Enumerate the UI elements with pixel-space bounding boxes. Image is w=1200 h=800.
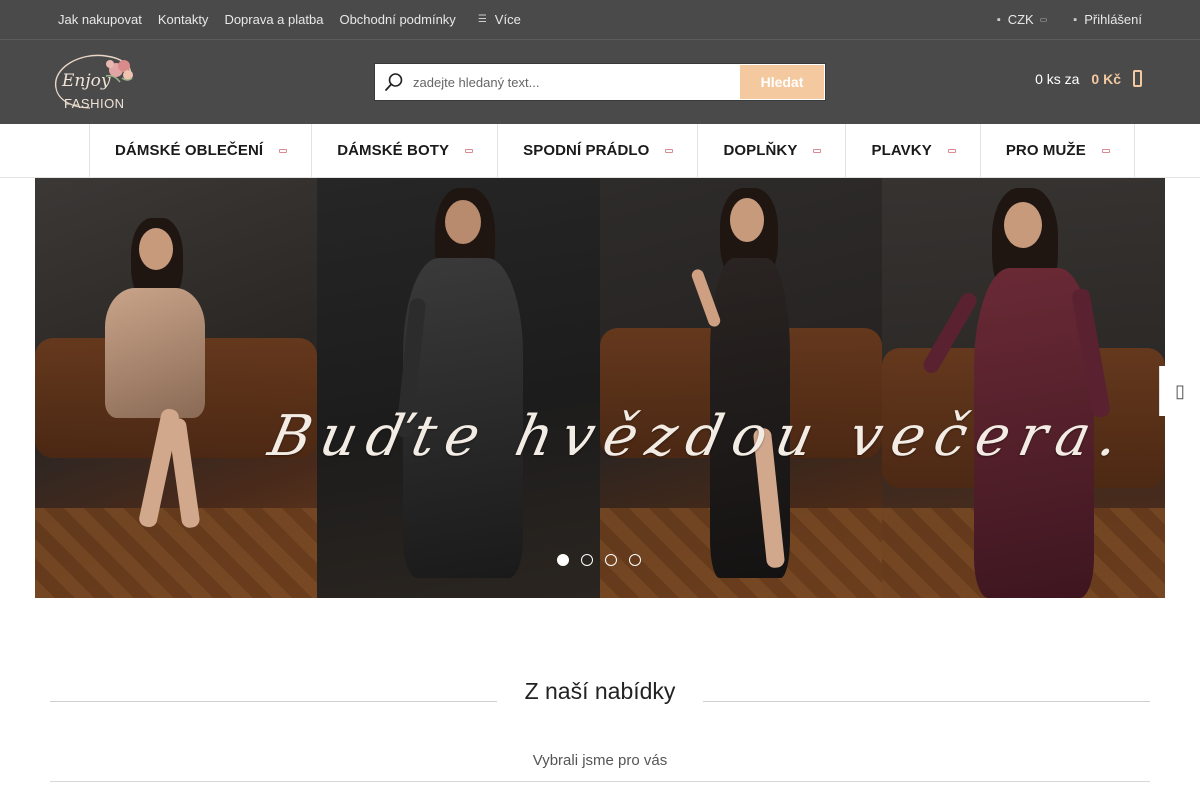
logo-text: FASHION [64, 96, 125, 111]
top-link-doprava-a-platba[interactable]: Doprava a platba [216, 12, 331, 27]
nav-item-damske-boty[interactable]: DÁMSKÉ BOTY [312, 124, 499, 177]
search-button[interactable]: Hledat [740, 65, 824, 99]
site-header: Enjoy FASHION Hledat 0 ks za 0 Kč [0, 40, 1200, 124]
nav-item-label: DOPLŇKY [723, 142, 798, 159]
cart-icon [1133, 70, 1142, 87]
nav-item-label: PRO MUŽE [1005, 142, 1086, 159]
chevron-down-icon [665, 148, 674, 153]
currency-icon: ▪ [996, 13, 1001, 26]
chevron-down-icon [1101, 148, 1110, 153]
top-link-more[interactable]: ☰ Více [464, 12, 529, 27]
top-links: Jak nakupovat Kontakty Doprava a platba … [50, 0, 529, 39]
more-label: Více [494, 12, 521, 27]
nav-item-pro-muze[interactable]: PRO MUŽE [981, 124, 1135, 177]
slider-dot-4[interactable] [629, 554, 641, 566]
hero-banner[interactable]: Buďte hvězdou večera. [35, 178, 1165, 598]
search-input[interactable] [413, 65, 740, 99]
top-link-obchodni-podminky[interactable]: Obchodní podmínky [331, 12, 463, 27]
section-heading: Z naší nabídky [50, 678, 1150, 708]
login-label: Přihlášení [1084, 12, 1142, 27]
slider-dot-1[interactable] [557, 554, 569, 566]
nav-item-label: DÁMSKÉ BOTY [337, 142, 450, 159]
top-right: ▪ CZK ▭ ▪ Přihlášení [997, 0, 1142, 39]
slider-dots [557, 554, 641, 566]
banner-photo-1 [35, 178, 317, 598]
cart[interactable]: 0 ks za 0 Kč [1035, 70, 1142, 87]
currency-selector[interactable]: ▪ CZK ▭ [997, 12, 1047, 27]
chevron-down-icon [279, 148, 288, 153]
logo-script: Enjoy [61, 71, 111, 91]
chevron-down-icon [947, 148, 956, 153]
nav-item-label: DÁMSKÉ OBLEČENÍ [115, 142, 264, 159]
main-nav: DÁMSKÉ OBLEČENÍ DÁMSKÉ BOTY SPODNÍ PRÁDL… [0, 124, 1200, 178]
currency-label: CZK [1007, 12, 1034, 27]
chevron-down-icon: ▭ [1039, 15, 1048, 24]
more-icon: ☰ [477, 14, 487, 25]
slider-next-button[interactable]: ▯ [1159, 366, 1200, 416]
chevron-down-icon [465, 148, 474, 153]
nav-item-doplnky[interactable]: DOPLŇKY [698, 124, 847, 177]
top-link-jak-nakupovat[interactable]: Jak nakupovat [50, 12, 150, 27]
top-link-kontakty[interactable]: Kontakty [150, 12, 217, 27]
search-box: Hledat [374, 63, 826, 101]
cart-count: 0 ks za [1035, 70, 1080, 87]
nav-item-label: SPODNÍ PRÁDLO [523, 142, 650, 159]
section-title: Z naší nabídky [524, 678, 676, 704]
banner-photo-4 [882, 178, 1165, 598]
search-icon [375, 64, 413, 100]
logo[interactable]: Enjoy FASHION [50, 48, 142, 116]
nav-item-damske-obleceni[interactable]: DÁMSKÉ OBLEČENÍ [90, 124, 313, 177]
slider-dot-2[interactable] [581, 554, 593, 566]
nav-item-spodni-pradlo[interactable]: SPODNÍ PRÁDLO [498, 124, 699, 177]
chevron-down-icon [813, 148, 822, 153]
user-icon: ▪ [1073, 13, 1078, 26]
cart-price: 0 Kč [1091, 70, 1121, 87]
logo-graphic: Enjoy FASHION [55, 54, 133, 111]
slider-dot-3[interactable] [605, 554, 617, 566]
top-bar: Jak nakupovat Kontakty Doprava a platba … [0, 0, 1200, 40]
slider-next-icon: ▯ [1175, 380, 1185, 401]
banner-photo-2 [317, 178, 600, 598]
banner-script-text: Buďte hvězdou večera. [263, 404, 1135, 469]
nav-item-label: PLAVKY [871, 142, 932, 159]
section-subtitle: Vybrali jsme pro vás [532, 752, 668, 769]
login-link[interactable]: ▪ Přihlášení [1073, 12, 1142, 27]
banner-photo-3 [600, 178, 882, 598]
nav-item-plavky[interactable]: PLAVKY [846, 124, 981, 177]
divider [50, 781, 1150, 782]
